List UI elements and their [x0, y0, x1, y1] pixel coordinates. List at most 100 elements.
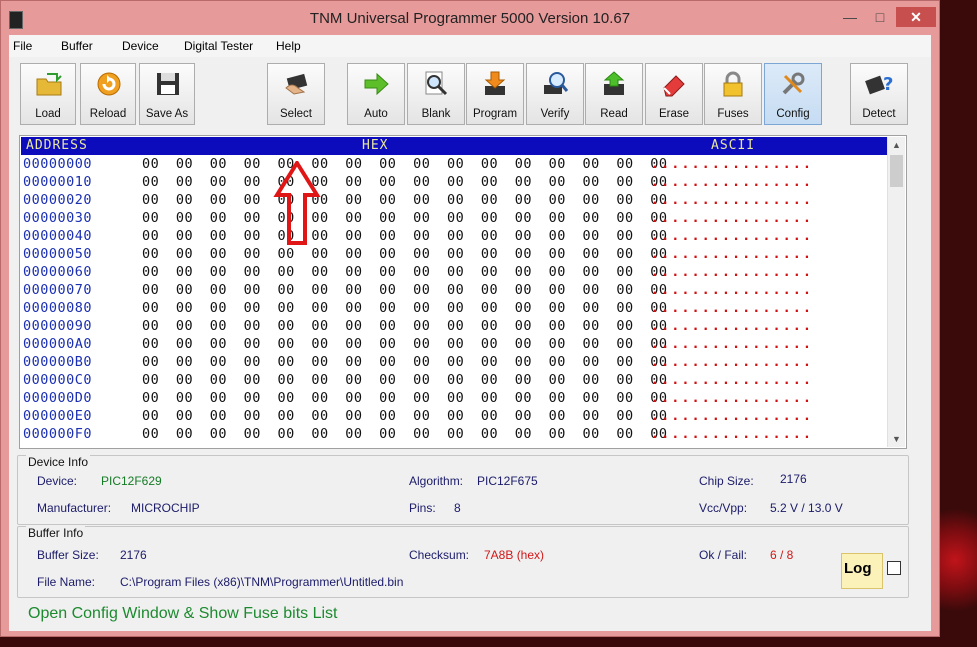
scroll-up-arrow-icon[interactable]: ▲: [888, 137, 905, 153]
row-ascii: ................: [651, 372, 814, 388]
row-address: 00000080: [23, 300, 93, 316]
hex-row[interactable]: 00000050 00 00 00 00 00 00 00 00 00 00 00…: [21, 246, 887, 264]
detect-button[interactable]: ? Detect: [850, 63, 908, 125]
row-address: 000000E0: [23, 408, 93, 424]
row-address: 00000090: [23, 318, 93, 334]
menu-help[interactable]: Help: [276, 39, 301, 53]
menu-digital-tester[interactable]: Digital Tester: [184, 39, 253, 53]
blank-button[interactable]: Blank: [407, 63, 465, 125]
read-button[interactable]: Read: [585, 63, 643, 125]
row-hex-bytes[interactable]: 00 00 00 00 00 00 00 00 00 00 00 00 00 0…: [142, 174, 668, 190]
scroll-thumb[interactable]: [890, 155, 903, 187]
row-hex-bytes[interactable]: 00 00 00 00 00 00 00 00 00 00 00 00 00 0…: [142, 300, 668, 316]
device-info-title: Device Info: [26, 455, 91, 469]
maximize-button[interactable]: □: [867, 7, 893, 27]
verify-button[interactable]: Verify: [526, 63, 584, 125]
buffer-size-value: 2176: [120, 548, 147, 562]
hex-row[interactable]: 000000D0 00 00 00 00 00 00 00 00 00 00 00…: [21, 390, 887, 408]
row-hex-bytes[interactable]: 00 00 00 00 00 00 00 00 00 00 00 00 00 0…: [142, 156, 668, 172]
fuses-button[interactable]: Fuses: [704, 63, 762, 125]
menu-buffer[interactable]: Buffer: [61, 39, 93, 53]
detect-chip-icon: ?: [865, 74, 893, 95]
magnifier-icon: [425, 71, 448, 96]
row-hex-bytes[interactable]: 00 00 00 00 00 00 00 00 00 00 00 00 00 0…: [142, 264, 668, 280]
row-ascii: ................: [651, 354, 814, 370]
client-area: File Buffer Device Digital Tester Help L…: [9, 35, 931, 631]
hex-row[interactable]: 00000010 00 00 00 00 00 00 00 00 00 00 00…: [21, 174, 887, 192]
select-button[interactable]: Select: [267, 63, 325, 125]
verify-label: Verify: [540, 108, 570, 120]
row-ascii: ................: [651, 264, 814, 280]
hex-row[interactable]: 00000090 00 00 00 00 00 00 00 00 00 00 00…: [21, 318, 887, 336]
hex-row[interactable]: 00000060 00 00 00 00 00 00 00 00 00 00 00…: [21, 264, 887, 282]
erase-button[interactable]: Erase: [645, 63, 703, 125]
algorithm-label: Algorithm:: [409, 474, 464, 488]
hex-row[interactable]: 00000020 00 00 00 00 00 00 00 00 00 00 00…: [21, 192, 887, 210]
row-hex-bytes[interactable]: 00 00 00 00 00 00 00 00 00 00 00 00 00 0…: [142, 354, 668, 370]
menu-file[interactable]: File: [13, 39, 32, 53]
hex-row[interactable]: 000000E0 00 00 00 00 00 00 00 00 00 00 00…: [21, 408, 887, 426]
row-hex-bytes[interactable]: 00 00 00 00 00 00 00 00 00 00 00 00 00 0…: [142, 336, 668, 352]
row-hex-bytes[interactable]: 00 00 00 00 00 00 00 00 00 00 00 00 00 0…: [142, 426, 668, 442]
hex-row[interactable]: 000000B0 00 00 00 00 00 00 00 00 00 00 00…: [21, 354, 887, 372]
row-hex-bytes[interactable]: 00 00 00 00 00 00 00 00 00 00 00 00 00 0…: [142, 372, 668, 388]
buffer-info-group: Buffer Info Buffer Size: 2176 Checksum: …: [17, 526, 909, 598]
program-button[interactable]: Program: [466, 63, 524, 125]
ok-fail-value: 6 / 8: [770, 548, 794, 562]
row-address: 00000030: [23, 210, 93, 226]
row-hex-bytes[interactable]: 00 00 00 00 00 00 00 00 00 00 00 00 00 0…: [142, 390, 668, 406]
log-checkbox[interactable]: [887, 561, 901, 575]
row-ascii: ................: [651, 408, 814, 424]
menu-device[interactable]: Device: [122, 39, 159, 53]
device-label: Device:: [37, 474, 78, 488]
hex-row[interactable]: 000000F0 00 00 00 00 00 00 00 00 00 00 00…: [21, 426, 887, 444]
device-value: PIC12F629: [101, 474, 162, 488]
hex-row[interactable]: 00000040 00 00 00 00 00 00 00 00 00 00 00…: [21, 228, 887, 246]
row-hex-bytes[interactable]: 00 00 00 00 00 00 00 00 00 00 00 00 00 0…: [142, 228, 668, 244]
hex-row[interactable]: 00000000 00 00 00 00 00 00 00 00 00 00 00…: [21, 156, 887, 174]
row-hex-bytes[interactable]: 00 00 00 00 00 00 00 00 00 00 00 00 00 0…: [142, 192, 668, 208]
hex-row[interactable]: 000000A0 00 00 00 00 00 00 00 00 00 00 00…: [21, 336, 887, 354]
hex-row[interactable]: 00000070 00 00 00 00 00 00 00 00 00 00 00…: [21, 282, 887, 300]
hex-row[interactable]: 00000030 00 00 00 00 00 00 00 00 00 00 00…: [21, 210, 887, 228]
auto-button[interactable]: Auto: [347, 63, 405, 125]
hex-rows: 00000000 00 00 00 00 00 00 00 00 00 00 00…: [21, 156, 887, 444]
log-button[interactable]: Log: [841, 553, 883, 589]
desktop-background: [937, 500, 977, 620]
row-hex-bytes[interactable]: 00 00 00 00 00 00 00 00 00 00 00 00 00 0…: [142, 210, 668, 226]
row-address: 000000C0: [23, 372, 93, 388]
reload-button[interactable]: Reload: [80, 63, 136, 125]
config-button[interactable]: Config: [764, 63, 822, 125]
log-label: Log: [844, 560, 872, 577]
config-label: Config: [776, 108, 810, 120]
row-hex-bytes[interactable]: 00 00 00 00 00 00 00 00 00 00 00 00 00 0…: [142, 318, 668, 334]
hex-editor[interactable]: ADDRESS HEX ASCII 00000000 00 00 00 00 00…: [19, 135, 907, 449]
row-ascii: ................: [651, 210, 814, 226]
save-as-button[interactable]: Save As: [139, 63, 195, 125]
row-hex-bytes[interactable]: 00 00 00 00 00 00 00 00 00 00 00 00 00 0…: [142, 282, 668, 298]
vertical-scrollbar[interactable]: ▲ ▼: [887, 137, 905, 447]
blank-label: Blank: [421, 108, 451, 120]
hex-row[interactable]: 000000C0 00 00 00 00 00 00 00 00 00 00 00…: [21, 372, 887, 390]
scroll-down-arrow-icon[interactable]: ▼: [888, 431, 905, 447]
close-button[interactable]: ✕: [896, 7, 936, 27]
arrow-right-icon: [364, 72, 389, 96]
load-button[interactable]: Load: [20, 63, 76, 125]
row-ascii: ................: [651, 426, 814, 442]
read-label: Read: [600, 108, 628, 120]
row-hex-bytes[interactable]: 00 00 00 00 00 00 00 00 00 00 00 00 00 0…: [142, 246, 668, 262]
row-address: 000000B0: [23, 354, 93, 370]
program-label: Program: [472, 108, 518, 120]
row-hex-bytes[interactable]: 00 00 00 00 00 00 00 00 00 00 00 00 00 0…: [142, 408, 668, 424]
verify-icon: [544, 72, 569, 94]
row-address: 000000A0: [23, 336, 93, 352]
minimize-button[interactable]: —: [837, 7, 863, 27]
floppy-icon: [157, 73, 179, 95]
eraser-icon: [663, 75, 685, 97]
row-ascii: ................: [651, 318, 814, 334]
chip-size-value: 2176: [780, 472, 807, 486]
hex-column-header: HEX: [362, 138, 389, 153]
hex-row[interactable]: 00000080 00 00 00 00 00 00 00 00 00 00 00…: [21, 300, 887, 318]
ok-fail-label: Ok / Fail:: [699, 548, 748, 562]
detect-label: Detect: [862, 108, 896, 120]
